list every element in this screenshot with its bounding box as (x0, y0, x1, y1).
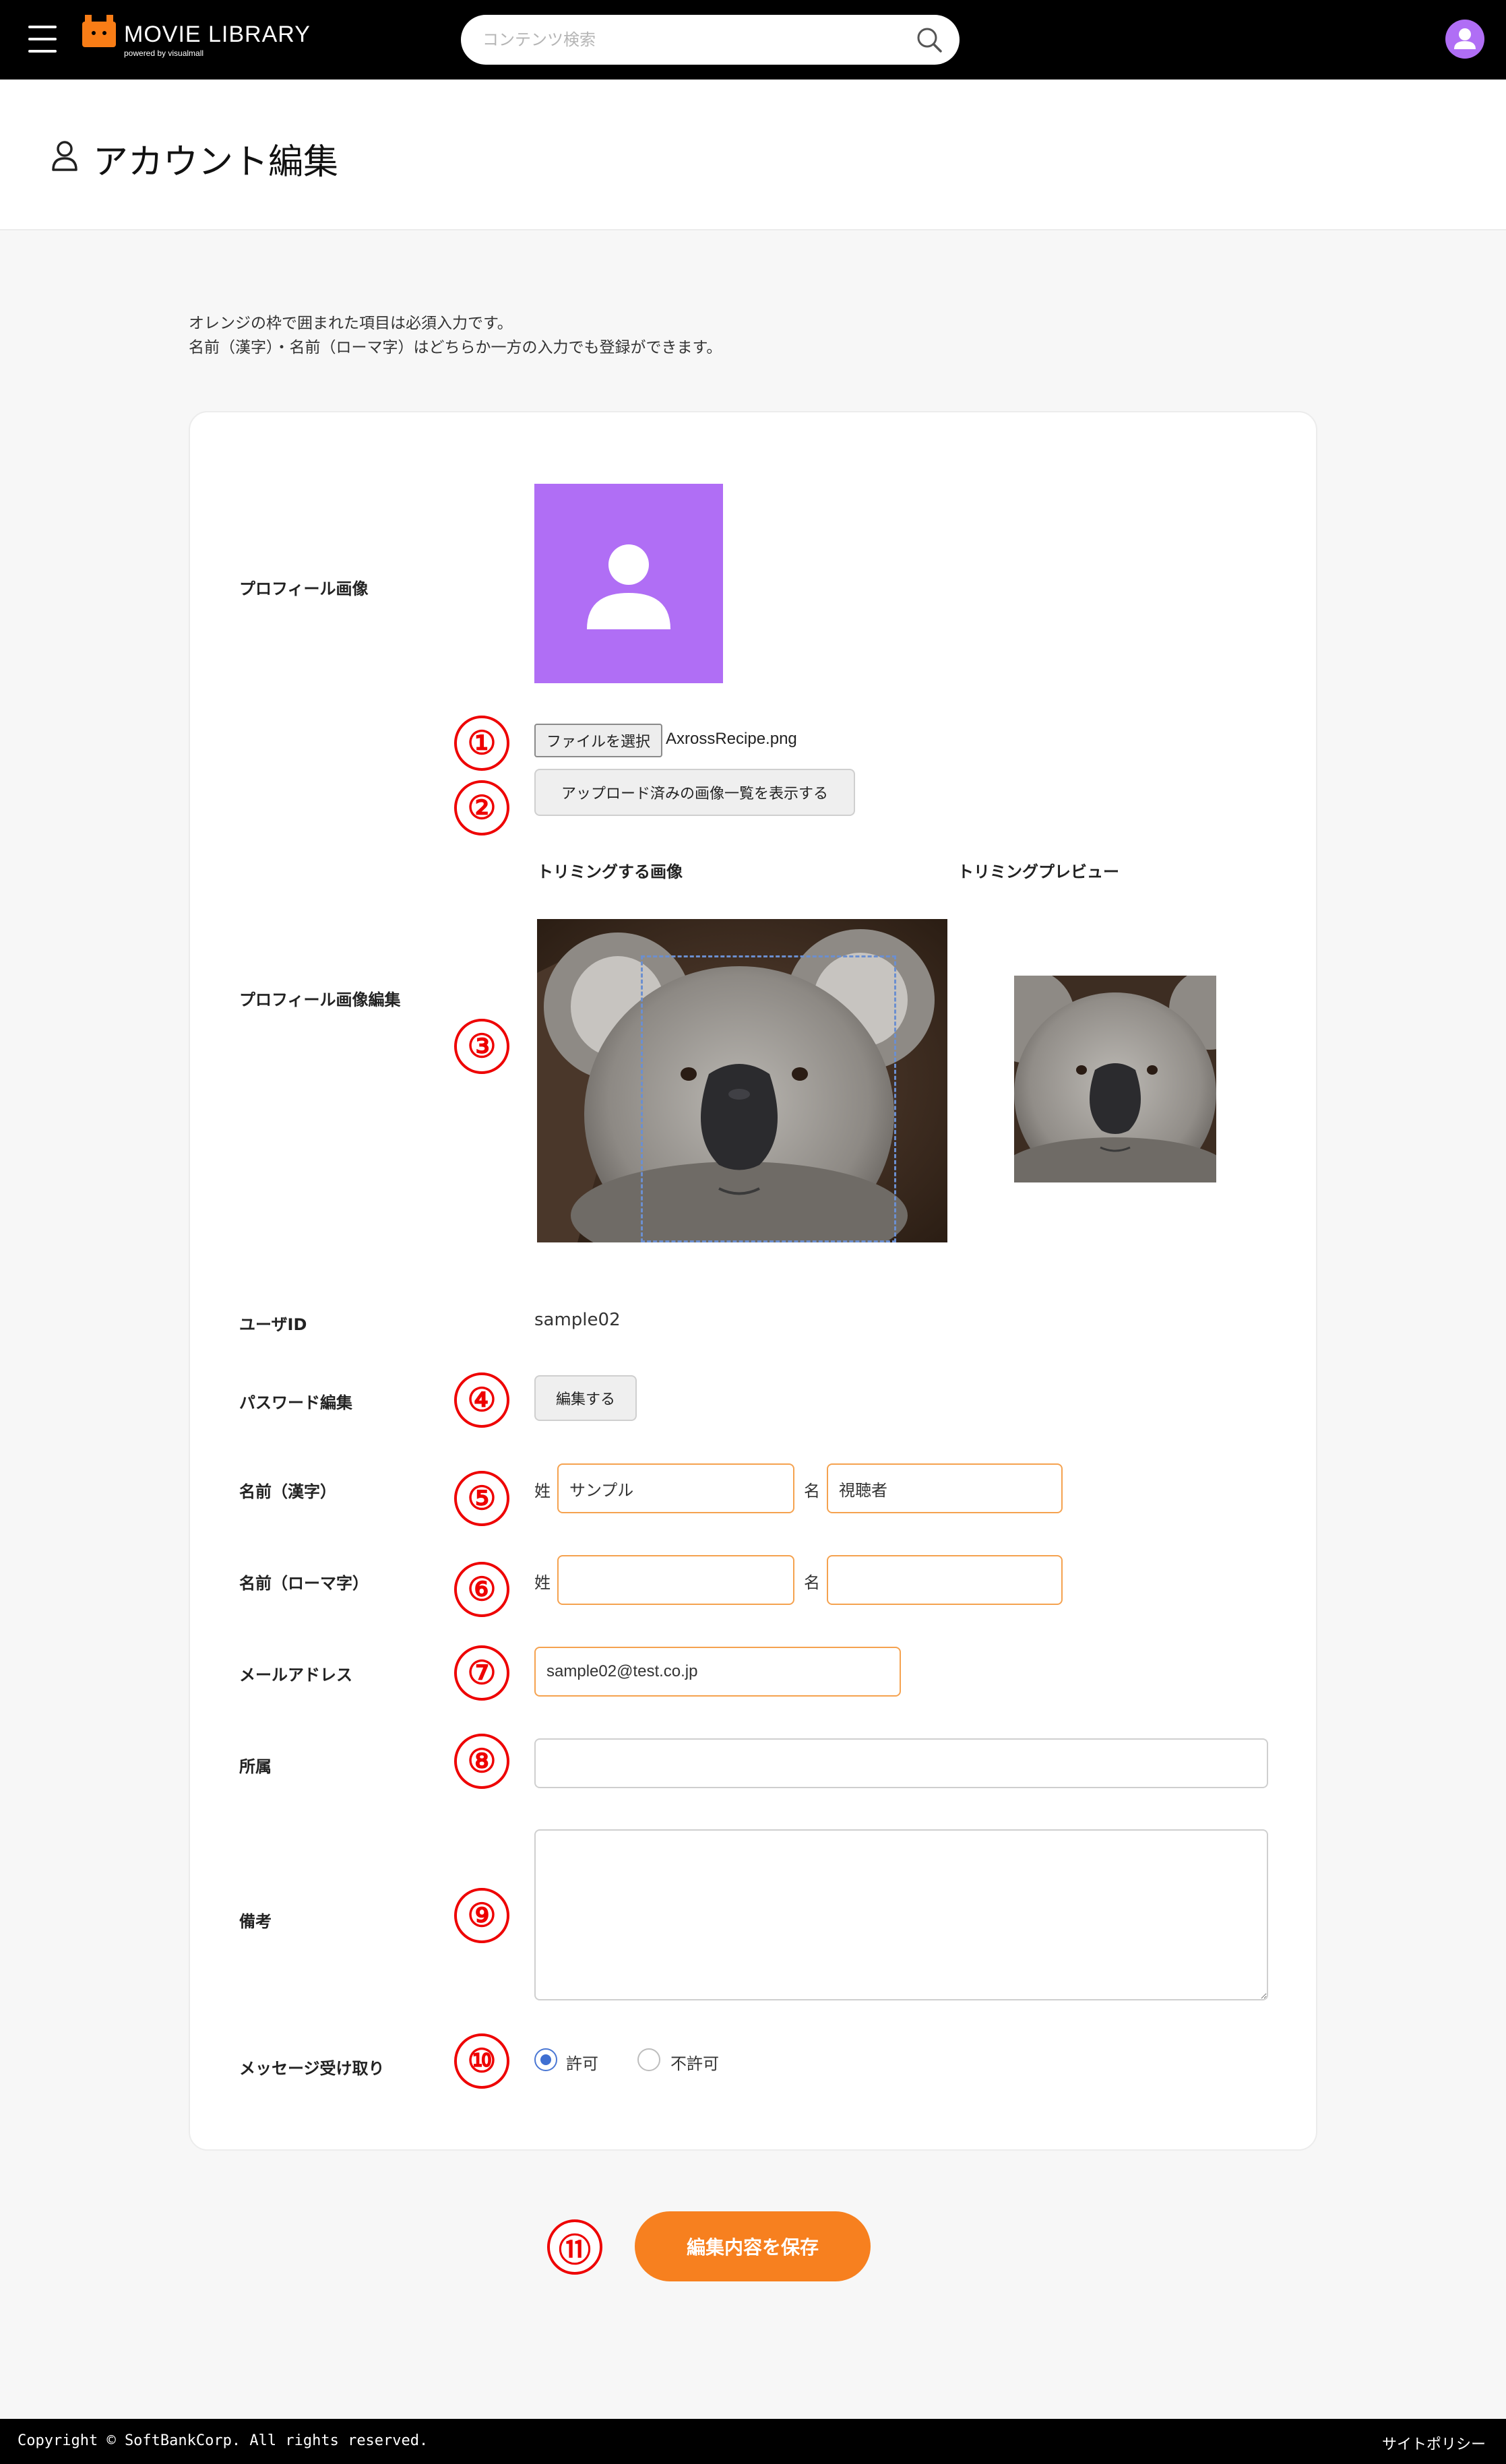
form-notice: オレンジの枠で囲まれた項目は必須入力です。 名前（漢字）・名前（ローマ字）はどち… (189, 311, 722, 360)
callout-8: ⑧ (454, 1734, 509, 1789)
callout-9: ⑨ (454, 1888, 509, 1943)
trim-preview-label: トリミングプレビュー (958, 862, 1119, 881)
logo-subtitle: powered by visualmall (124, 49, 204, 58)
search-box (461, 15, 960, 65)
copyright-text: Copyright © SoftBankCorp. All rights res… (18, 2432, 429, 2449)
profile-image (534, 484, 723, 683)
password-edit-button[interactable]: 編集する (534, 1375, 637, 1421)
koala-preview-photo (1014, 976, 1216, 1182)
top-navigation-bar: MOVIE LIBRARY powered by visualmall (0, 0, 1506, 80)
logo-mark-icon (82, 15, 116, 47)
roman-last-name-input[interactable] (557, 1555, 794, 1605)
profile-image-edit-label: プロフィール画像編集 (239, 990, 401, 1009)
uploaded-images-button[interactable]: アップロード済みの画像一覧を表示する (534, 769, 855, 816)
remarks-label: 備考 (239, 1912, 272, 1931)
footer: Copyright © SoftBankCorp. All rights res… (0, 2419, 1506, 2464)
save-button[interactable]: 編集内容を保存 (635, 2211, 871, 2281)
user-id-value: sample02 (534, 1310, 621, 1330)
name-kanji-label: 名前（漢字） (239, 1482, 336, 1501)
message-deny-radio[interactable] (637, 2048, 660, 2071)
callout-7: ⑦ (454, 1645, 509, 1701)
trimming-source-image (537, 919, 947, 1242)
site-policy-link[interactable]: サイトポリシー (1382, 2432, 1486, 2454)
selected-file-name: AxrossRecipe.png (666, 730, 797, 748)
file-select-button[interactable]: ファイルを選択 (534, 724, 662, 757)
callout-2: ② (454, 780, 509, 835)
message-deny-label: 不許可 (670, 2054, 719, 2073)
callout-1: ① (454, 716, 509, 771)
message-allow-radio[interactable] (534, 2048, 557, 2071)
message-allow-label: 許可 (566, 2054, 598, 2073)
callout-3: ③ (454, 1019, 509, 1074)
default-avatar-icon (587, 544, 670, 629)
search-input[interactable] (482, 24, 887, 55)
user-avatar-icon[interactable] (1445, 20, 1484, 59)
callout-4: ④ (454, 1372, 509, 1428)
logo-title: MOVIE LIBRARY (124, 22, 311, 47)
callout-10: ⑩ (454, 2033, 509, 2089)
callout-11: ⑪ (547, 2219, 602, 2275)
trimming-preview-image (1014, 976, 1216, 1182)
page-title-bar: アカウント編集 (0, 80, 1506, 230)
kanji-first-name-prefix: 名 (804, 1482, 820, 1500)
kanji-last-name-input[interactable] (557, 1463, 794, 1513)
email-label: メールアドレス (239, 1666, 352, 1684)
movie-library-logo[interactable]: MOVIE LIBRARY powered by visualmall (82, 15, 310, 62)
user-id-label: ユーザID (239, 1315, 307, 1334)
kanji-last-name-prefix: 姓 (534, 1482, 551, 1500)
notice-required-text: オレンジの枠で囲まれた項目は必須入力です。 (189, 315, 513, 332)
kanji-first-name-input[interactable] (827, 1463, 1063, 1513)
crop-selection-box[interactable] (641, 955, 896, 1242)
email-input[interactable] (534, 1647, 901, 1697)
affiliation-input[interactable] (534, 1738, 1268, 1788)
trim-source-label: トリミングする画像 (537, 862, 683, 881)
roman-first-name-input[interactable] (827, 1555, 1063, 1605)
affiliation-label: 所属 (239, 1757, 272, 1776)
page-title: アカウント編集 (93, 142, 339, 183)
profile-image-label: プロフィール画像 (239, 579, 369, 598)
name-roman-label: 名前（ローマ字） (239, 1574, 369, 1593)
notice-name-text: 名前（漢字）・名前（ローマ字）はどちらか一方の入力でも登録ができます。 (189, 339, 722, 356)
remarks-textarea[interactable] (534, 1829, 1268, 2000)
roman-last-name-prefix: 姓 (534, 1573, 551, 1592)
roman-first-name-prefix: 名 (804, 1573, 820, 1592)
hamburger-menu-icon[interactable] (28, 26, 57, 53)
callout-5: ⑤ (454, 1471, 509, 1526)
callout-6: ⑥ (454, 1562, 509, 1617)
search-icon[interactable] (915, 26, 943, 54)
message-label: メッセージ受け取り (239, 2059, 385, 2078)
user-account-icon (52, 141, 77, 171)
password-label: パスワード編集 (239, 1393, 352, 1412)
